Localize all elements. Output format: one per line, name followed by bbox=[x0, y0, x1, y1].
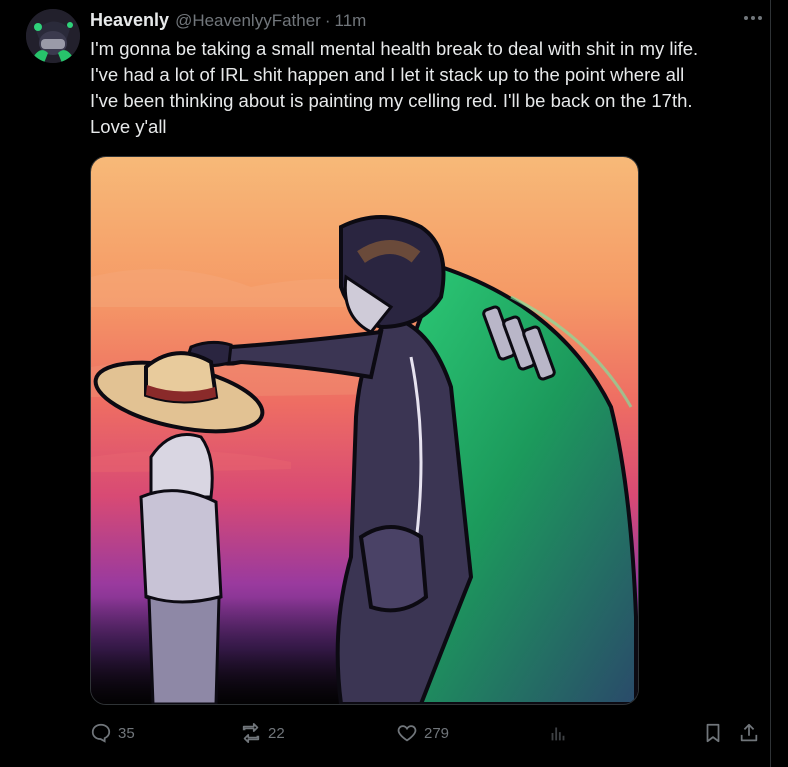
tweet-timestamp[interactable]: 11m bbox=[335, 11, 367, 31]
views-bar-icon bbox=[551, 727, 565, 741]
avatar[interactable] bbox=[26, 9, 80, 63]
more-button[interactable] bbox=[738, 6, 768, 30]
tweet-text-line: I've had a lot of IRL shit happen and I … bbox=[90, 64, 685, 85]
reply-count: 35 bbox=[118, 724, 135, 742]
tweet-action-bar: 35 22 279 bbox=[90, 718, 770, 748]
avatar-image bbox=[26, 9, 80, 63]
repost-button[interactable]: 22 bbox=[240, 718, 285, 748]
meta-separator: · bbox=[324, 11, 331, 30]
illustration-image bbox=[91, 157, 638, 704]
bookmark-button[interactable] bbox=[702, 718, 724, 748]
tweet-text-line: I've been thinking about is painting my … bbox=[90, 90, 693, 111]
views-button[interactable] bbox=[547, 718, 575, 748]
share-icon bbox=[740, 723, 758, 742]
author-handle[interactable]: @HeavenlyyFather bbox=[175, 11, 321, 31]
reply-button[interactable]: 35 bbox=[90, 718, 135, 748]
tweet-media-image[interactable] bbox=[90, 156, 639, 705]
reply-bubble-icon bbox=[91, 723, 111, 743]
repost-icon bbox=[242, 723, 260, 743]
tweet-text: I'm gonna be taking a small mental healt… bbox=[90, 36, 762, 140]
author-display-name[interactable]: Heavenly bbox=[90, 10, 169, 31]
tweet-text-line: Love y'all bbox=[90, 116, 167, 137]
repost-count: 22 bbox=[268, 724, 285, 742]
tweet-card[interactable]: Heavenly @HeavenlyyFather · 11m I'm gonn… bbox=[0, 0, 770, 767]
more-dots-icon bbox=[744, 16, 762, 20]
share-button[interactable] bbox=[738, 718, 760, 748]
timeline-border bbox=[770, 0, 771, 767]
bookmark-icon bbox=[706, 723, 720, 743]
tweet-header: Heavenly @HeavenlyyFather · 11m bbox=[90, 10, 366, 32]
like-button[interactable]: 279 bbox=[396, 718, 449, 748]
heart-icon bbox=[397, 725, 417, 742]
like-count: 279 bbox=[424, 724, 450, 742]
tweet-text-line: I'm gonna be taking a small mental healt… bbox=[90, 38, 699, 59]
